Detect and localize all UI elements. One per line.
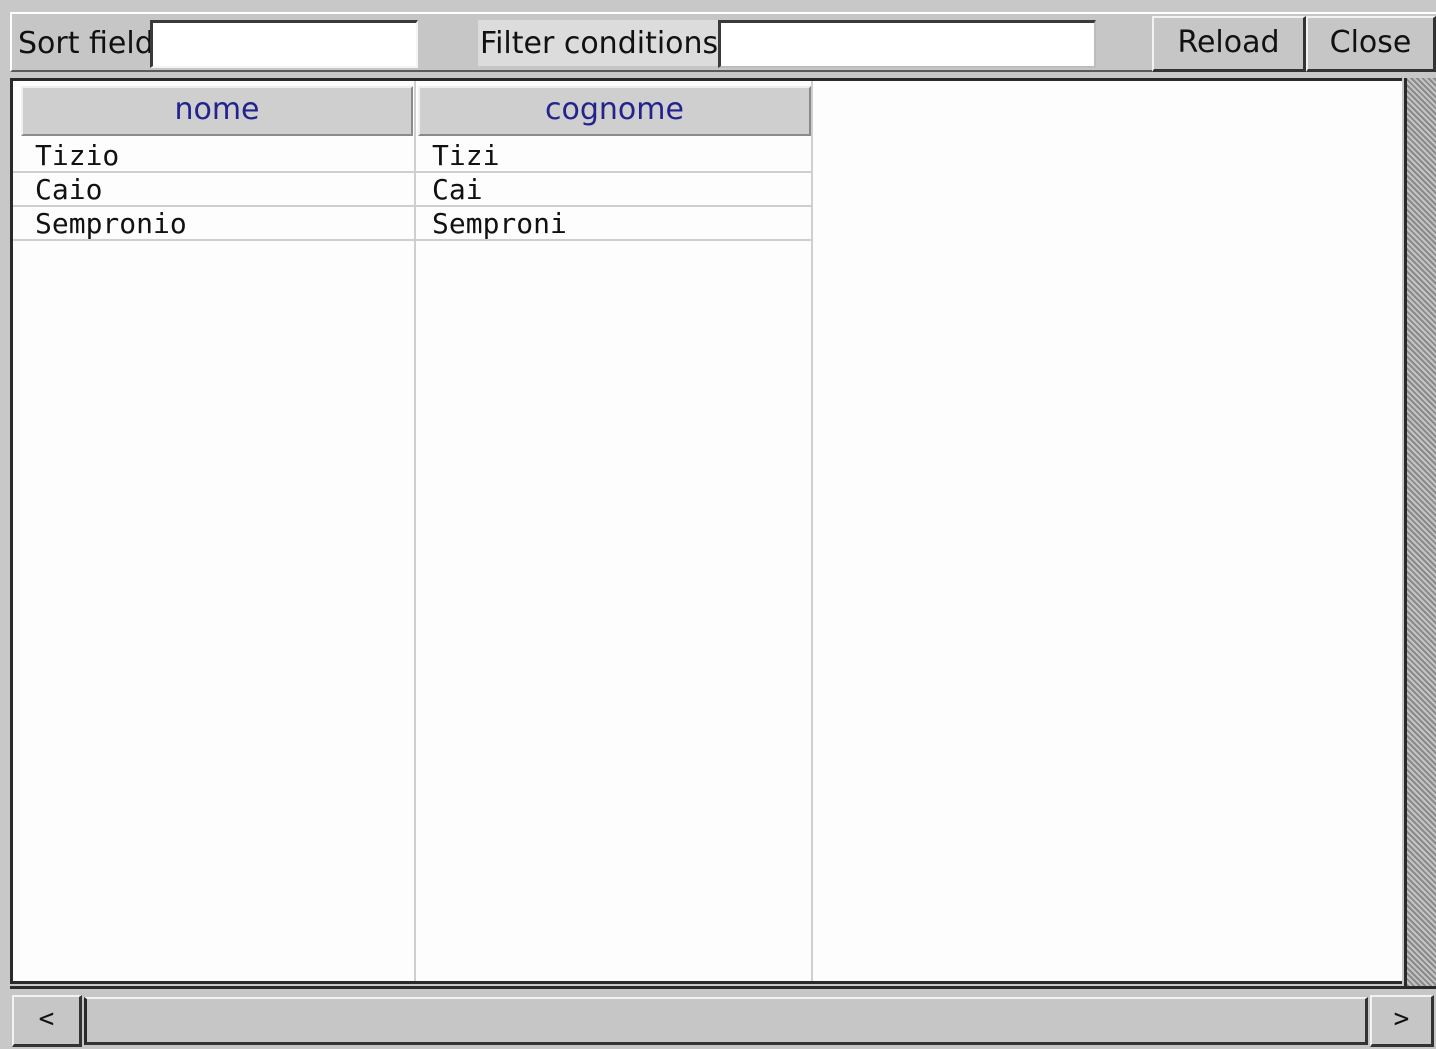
sort-field-input[interactable] <box>150 20 418 68</box>
scroll-left-button[interactable]: < <box>12 995 82 1047</box>
column-header-nome[interactable]: nome <box>21 86 413 136</box>
table-cell: Tizi <box>432 139 500 172</box>
table-cell: Sempronio <box>35 207 187 240</box>
table-cell: Semproni <box>432 207 567 240</box>
filter-conditions-label: Filter conditions <box>480 26 719 61</box>
column-header-cognome[interactable]: cognome <box>418 86 811 136</box>
filter-conditions-input[interactable] <box>718 20 1096 68</box>
table-cell: Cai <box>432 173 483 206</box>
reload-button[interactable]: Reload <box>1152 16 1306 72</box>
scroll-right-button[interactable]: > <box>1370 995 1434 1047</box>
table-row[interactable]: Sempronio Semproni <box>13 207 813 241</box>
vertical-scrollbar[interactable] <box>1404 78 1436 986</box>
toolbar: Sort field Filter conditions Reload Clos… <box>10 12 1436 72</box>
horizontal-scrollbar[interactable]: < > <box>10 986 1436 1049</box>
table-cell: Caio <box>35 173 103 206</box>
table-row[interactable]: Tizio Tizi <box>13 139 813 173</box>
table-row[interactable]: Caio Cai <box>13 173 813 207</box>
table-cell: Tizio <box>35 139 120 172</box>
close-button[interactable]: Close <box>1306 16 1436 72</box>
data-table: nome cognome Tizio Tizi Caio Cai Sempron… <box>10 78 1402 984</box>
sort-field-label: Sort field <box>18 26 154 61</box>
horizontal-scroll-thumb[interactable] <box>84 997 1368 1045</box>
